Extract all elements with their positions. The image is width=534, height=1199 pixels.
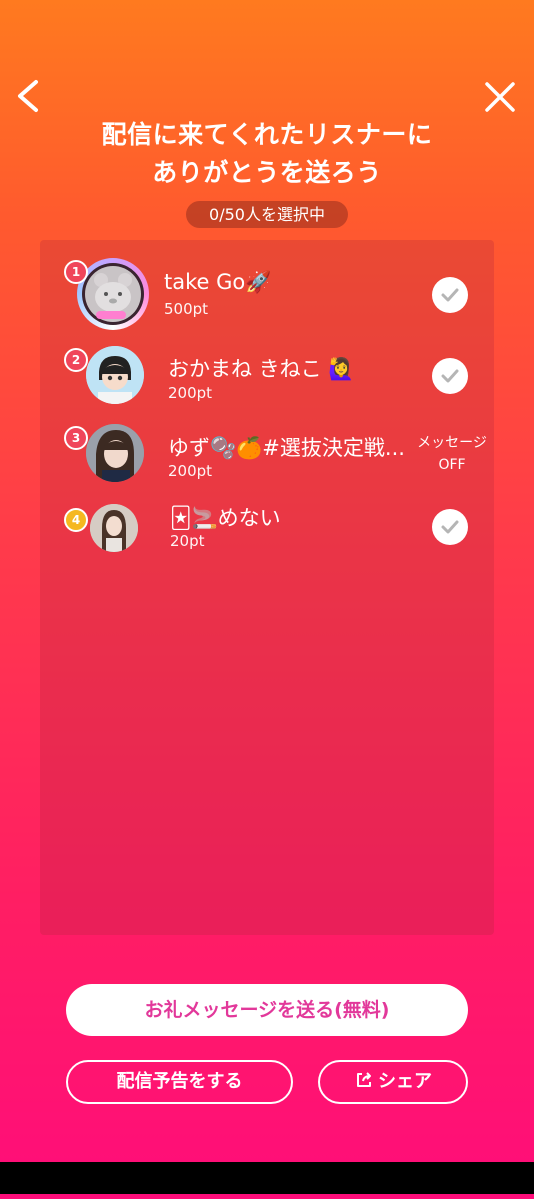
message-off-status: メッセージ OFF [414,432,490,476]
list-item[interactable]: 4 🃏🚬めない 20pt [40,496,494,576]
listener-name: ゆず🫧🍊#選抜決定戦... [168,436,405,460]
rank-badge: 1 [64,260,88,284]
title-line-2: ありがとうを送ろう [152,158,382,187]
bottom-edge [0,1194,534,1199]
close-button[interactable] [482,76,518,116]
message-label: メッセージ [417,435,487,451]
page-title: 配信に来てくれたリスナーに ありがとうを送ろう [0,116,534,192]
share-button[interactable]: シェア [318,1060,468,1104]
avatar [90,504,162,576]
selection-counter: 0/50人を選択中 [186,201,348,228]
announce-stream-button[interactable]: 配信予告をする [66,1060,293,1104]
select-checkbox[interactable] [432,358,468,394]
share-icon [357,1072,371,1087]
check-icon [441,288,459,302]
list-item[interactable]: 1 take Go🚀 500pt [40,256,494,336]
chevron-left-icon [18,80,38,112]
send-thanks-button[interactable]: お礼メッセージを送る(無料) [66,984,468,1036]
listener-points: 200pt [168,384,213,402]
header: 配信に来てくれたリスナーに ありがとうを送ろう [0,0,534,200]
listener-points: 500pt [164,300,209,318]
rank-badge: 3 [64,426,88,450]
rank-badge: 2 [64,348,88,372]
check-icon [441,520,459,534]
listener-name: 🃏🚬めない [170,506,281,530]
listener-points: 200pt [168,462,213,480]
listener-name: おかまね きねこ 🙋‍♀️ [168,357,355,381]
avatar [86,346,158,418]
list-item[interactable]: 2 おかまね きねこ 🙋‍♀️ 200pt [40,336,494,416]
select-checkbox[interactable] [432,509,468,545]
avatar [77,258,149,330]
check-icon [441,369,459,383]
listener-name: take Go🚀 [164,270,272,294]
list-item[interactable]: 3 ゆず🫧🍊#選抜決定戦... 200pt メッセージ OFF [40,416,494,496]
listener-points: 20pt [170,532,205,550]
listener-list: 1 take Go🚀 500pt 2 おか [40,240,494,935]
share-label: シェア [378,1071,432,1092]
avatar [86,424,158,496]
rank-badge: 4 [64,508,88,532]
close-icon [485,82,515,112]
select-checkbox[interactable] [432,277,468,313]
title-line-1: 配信に来てくれたリスナーに [101,120,433,149]
message-state: OFF [438,457,466,473]
back-button[interactable] [8,74,48,118]
